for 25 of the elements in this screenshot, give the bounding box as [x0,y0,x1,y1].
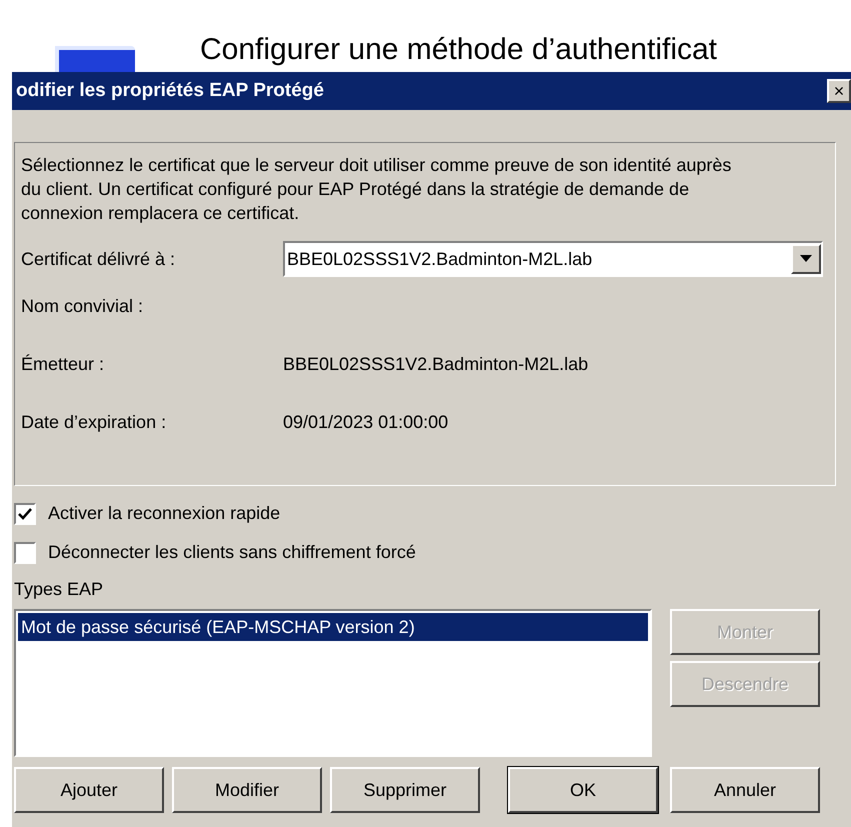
dialog-title: odifier les propriétés EAP Protégé [16,78,324,103]
wizard-icon [55,46,135,72]
checkmark-icon [18,508,32,520]
field-label: Nom convivial : [21,294,144,318]
field-label: Émetteur : [21,352,106,376]
dialog-button[interactable]: Supprimer [330,767,480,813]
checkbox-label: Déconnecter les clients sans chiffrement forcé [48,541,416,564]
close-button[interactable]: × [827,79,851,103]
dialog-button[interactable]: OK [508,767,658,813]
dropdown-caret-icon [791,244,821,274]
checkbox-label: Activer la reconnexion rapide [48,502,280,525]
checkbox[interactable] [14,542,36,564]
certificate-description: Sélectionnez le certificat que le serveur doit utiliser comme preuve de son identité auprès du client. Un certificat configuré pour EAP Protégé dans la stratégie de demande de connexion remplacera ce certificat. [21,154,732,225]
list-item[interactable]: Mot de passe sécurisé (EAP-MSCHAP version 2) [18,613,648,641]
certificate-dropdown[interactable]: BBE0L02SSS1V2.Badminton-M2L.lab [283,241,823,277]
field-value: BBE0L02SSS1V2.Badminton-M2L.lab [283,352,588,376]
dialog-button[interactable]: Modifier [172,767,322,813]
checkbox[interactable] [14,502,36,524]
field-label: Date d’expiration : [21,410,168,434]
wizard-heading: Configurer une méthode d’authentificat [200,32,718,68]
field-label: Certificat délivré à : [21,248,176,270]
dialog-button[interactable]: Annuler [670,767,820,813]
dialog-button[interactable]: Ajouter [14,767,164,813]
field-value: 09/01/2023 01:00:00 [283,410,448,434]
eap-types-label: Types EAP [14,578,104,601]
